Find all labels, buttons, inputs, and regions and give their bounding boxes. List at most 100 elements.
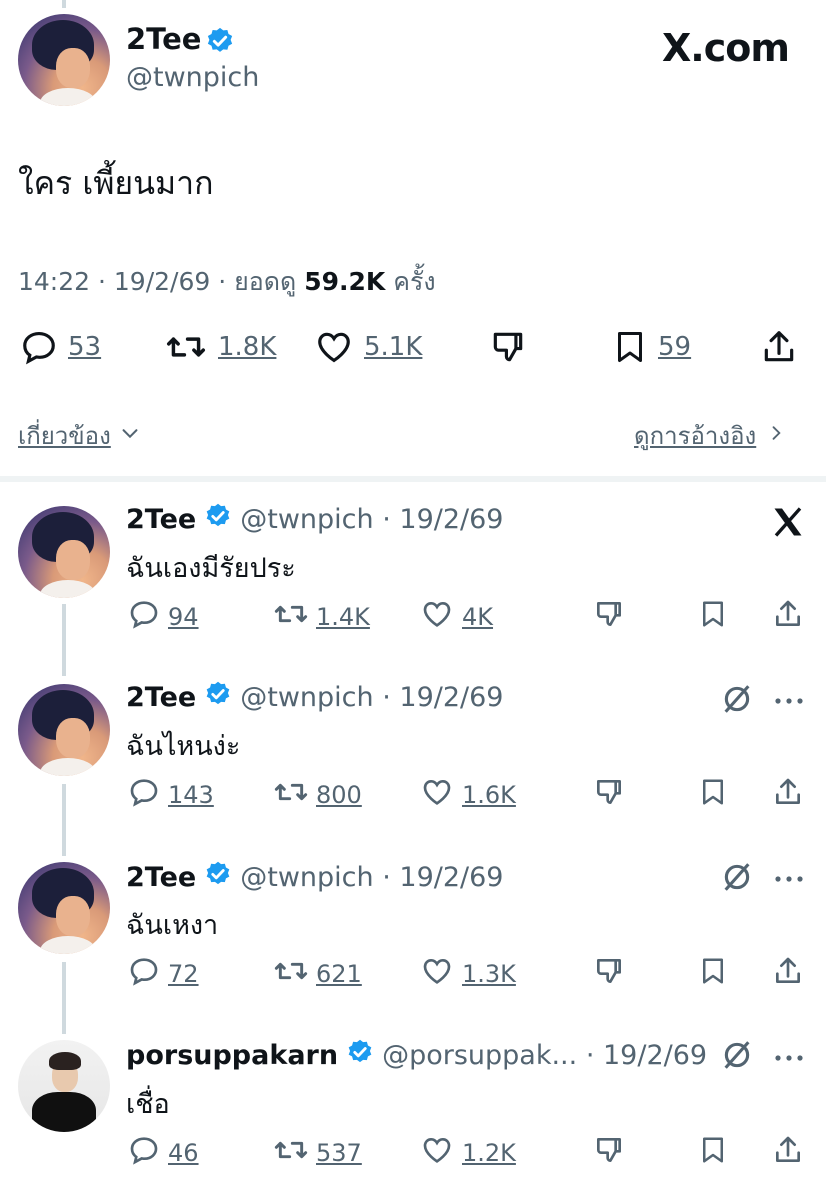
repost-button[interactable]: 1.8K — [164, 328, 276, 366]
reply-button[interactable]: 94 — [128, 598, 199, 636]
reply-button[interactable]: 143 — [128, 776, 214, 814]
reply-author-name[interactable]: porsuppakarn — [126, 1040, 338, 1071]
post-date[interactable]: 19/2/69 — [114, 267, 210, 296]
reply-icon — [20, 328, 58, 366]
thumbs-down-icon — [488, 328, 528, 366]
reply-icon — [128, 1134, 160, 1172]
bookmark-icon — [612, 328, 648, 366]
reply-count: 94 — [168, 603, 199, 631]
reply-text: ฉันเหงา — [126, 910, 219, 941]
bookmark-button[interactable] — [698, 776, 728, 812]
reply-date[interactable]: 19/2/69 — [399, 504, 503, 535]
reply-button[interactable]: 53 — [20, 328, 101, 366]
like-button[interactable]: 1.3K — [420, 955, 516, 993]
reply-text: ฉันไหนง่ะ — [126, 731, 241, 762]
share-button[interactable] — [772, 776, 804, 812]
more-options-icon[interactable] — [774, 1049, 804, 1068]
dislike-button[interactable] — [488, 328, 528, 366]
reply-count: 72 — [168, 960, 199, 988]
like-button[interactable]: 4K — [420, 598, 493, 636]
reply-author-name[interactable]: 2Tee — [126, 682, 196, 713]
heart-icon — [420, 955, 454, 993]
reply-author-name[interactable]: 2Tee — [126, 504, 196, 535]
reply-header: 2Tee @twnpich · 19/2/69 — [126, 680, 504, 715]
dislike-button[interactable] — [592, 598, 626, 634]
reply-avatar[interactable] — [18, 506, 110, 598]
dislike-button[interactable] — [592, 955, 626, 991]
bookmark-button[interactable] — [698, 955, 728, 991]
repost-button[interactable]: 537 — [272, 1134, 362, 1172]
like-button[interactable]: 1.2K — [420, 1134, 516, 1172]
reply-button[interactable]: 46 — [128, 1134, 199, 1172]
reply-author-handle[interactable]: @twnpich — [240, 504, 373, 535]
reply-avatar[interactable] — [18, 1040, 110, 1132]
reply-author-name[interactable]: 2Tee — [126, 862, 196, 893]
reply-icon — [128, 955, 160, 993]
reply-author-handle[interactable]: @twnpich — [240, 682, 373, 713]
repost-count: 1.4K — [316, 603, 370, 631]
repost-icon — [164, 328, 208, 366]
reply-avatar[interactable] — [18, 684, 110, 776]
verified-badge-icon — [204, 680, 232, 715]
grok-icon[interactable] — [720, 860, 754, 898]
bookmark-icon — [698, 958, 728, 991]
reply-header: 2Tee @twnpich · 19/2/69 — [126, 861, 504, 893]
reply-avatar[interactable] — [18, 862, 110, 954]
post-text: ใคร เพี้ยนมาก — [18, 164, 214, 202]
verified-badge-icon — [205, 26, 235, 60]
bookmark-button[interactable] — [698, 598, 728, 634]
repost-icon — [272, 955, 310, 993]
dislike-button[interactable] — [592, 1134, 626, 1170]
like-count: 1.3K — [462, 960, 516, 988]
thread-line — [62, 784, 66, 856]
more-options-icon[interactable] — [774, 692, 804, 711]
reply-author-handle[interactable]: @porsuppak... — [382, 1040, 577, 1071]
post-time[interactable]: 14:22 — [18, 267, 90, 296]
thumbs-down-icon — [592, 780, 626, 812]
views-count: 59.2K — [304, 267, 386, 296]
like-button[interactable]: 5.1K — [314, 328, 422, 366]
repost-count: 537 — [316, 1139, 362, 1167]
share-button[interactable] — [772, 598, 804, 634]
verified-badge-icon — [204, 502, 232, 537]
share-icon — [760, 328, 798, 366]
author-handle[interactable]: @twnpich — [126, 62, 259, 93]
main-avatar[interactable] — [18, 14, 110, 106]
like-button[interactable]: 1.6K — [420, 776, 516, 814]
reply-button[interactable]: 72 — [128, 955, 199, 993]
grok-icon[interactable] — [720, 682, 754, 720]
share-icon — [772, 1136, 804, 1170]
repost-button[interactable]: 621 — [272, 955, 362, 993]
reply-date[interactable]: 19/2/69 — [603, 1040, 707, 1071]
grok-icon[interactable] — [720, 1038, 754, 1076]
x-logo-icon — [770, 504, 806, 544]
reply-author-handle[interactable]: @twnpich — [240, 862, 373, 893]
bookmark-button[interactable] — [698, 1134, 728, 1170]
related-dropdown[interactable]: เกี่ยวข้อง — [18, 416, 141, 455]
bookmark-icon — [698, 601, 728, 634]
bookmark-button[interactable]: 59 — [612, 328, 691, 366]
repost-icon — [272, 1134, 310, 1172]
reply-date[interactable]: 19/2/69 — [399, 862, 503, 893]
share-button[interactable] — [760, 328, 798, 366]
thread-line — [62, 962, 66, 1034]
dislike-button[interactable] — [592, 776, 626, 812]
thread-line — [62, 604, 66, 676]
repost-count: 1.8K — [218, 332, 277, 362]
reply-date[interactable]: 19/2/69 — [399, 682, 503, 713]
like-count: 4K — [462, 603, 494, 631]
repost-button[interactable]: 1.4K — [272, 598, 370, 636]
more-options-icon[interactable] — [774, 870, 804, 889]
like-count: 1.2K — [462, 1139, 516, 1167]
heart-icon — [420, 1134, 454, 1172]
thumbs-down-icon — [592, 602, 626, 634]
author-name[interactable]: 2Tee — [126, 22, 201, 56]
repost-button[interactable]: 800 — [272, 776, 362, 814]
share-button[interactable] — [772, 1134, 804, 1170]
thumbs-down-icon — [592, 1138, 626, 1170]
view-quotes-link[interactable]: ดูการอ้างอิง — [634, 416, 786, 455]
bookmark-icon — [698, 1137, 728, 1170]
view-quotes-label: ดูการอ้างอิง — [634, 422, 757, 450]
share-button[interactable] — [772, 955, 804, 991]
reply-text: ฉันเองมีรัยประ — [126, 553, 296, 584]
